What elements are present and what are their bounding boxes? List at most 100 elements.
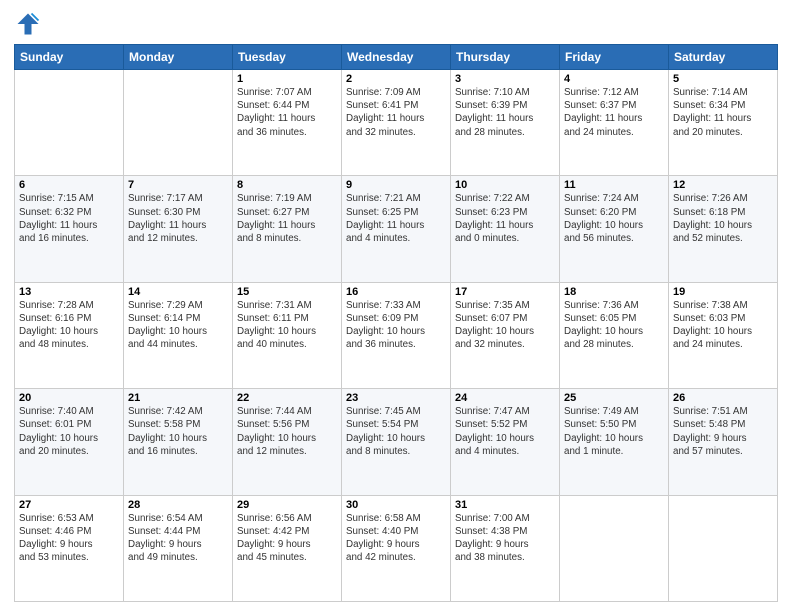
- day-detail: Sunrise: 7:28 AM Sunset: 6:16 PM Dayligh…: [19, 299, 119, 352]
- day-number: 1: [237, 73, 337, 85]
- day-detail: Sunrise: 7:40 AM Sunset: 6:01 PM Dayligh…: [19, 405, 119, 458]
- day-number: 18: [564, 286, 664, 298]
- day-number: 20: [19, 392, 119, 404]
- calendar-cell: 16Sunrise: 7:33 AM Sunset: 6:09 PM Dayli…: [342, 282, 451, 388]
- day-detail: Sunrise: 7:51 AM Sunset: 5:48 PM Dayligh…: [673, 405, 773, 458]
- day-detail: Sunrise: 7:45 AM Sunset: 5:54 PM Dayligh…: [346, 405, 446, 458]
- day-number: 14: [128, 286, 228, 298]
- day-detail: Sunrise: 7:42 AM Sunset: 5:58 PM Dayligh…: [128, 405, 228, 458]
- calendar-cell: 23Sunrise: 7:45 AM Sunset: 5:54 PM Dayli…: [342, 389, 451, 495]
- calendar-cell: 1Sunrise: 7:07 AM Sunset: 6:44 PM Daylig…: [233, 70, 342, 176]
- calendar-cell: 14Sunrise: 7:29 AM Sunset: 6:14 PM Dayli…: [124, 282, 233, 388]
- col-header-monday: Monday: [124, 45, 233, 70]
- calendar: SundayMondayTuesdayWednesdayThursdayFrid…: [14, 44, 778, 602]
- day-number: 30: [346, 499, 446, 511]
- day-number: 25: [564, 392, 664, 404]
- week-row-5: 27Sunrise: 6:53 AM Sunset: 4:46 PM Dayli…: [15, 495, 778, 601]
- day-number: 29: [237, 499, 337, 511]
- calendar-cell: 26Sunrise: 7:51 AM Sunset: 5:48 PM Dayli…: [669, 389, 778, 495]
- day-number: 5: [673, 73, 773, 85]
- day-number: 16: [346, 286, 446, 298]
- logo: [14, 10, 46, 38]
- day-detail: Sunrise: 7:17 AM Sunset: 6:30 PM Dayligh…: [128, 192, 228, 245]
- day-detail: Sunrise: 7:15 AM Sunset: 6:32 PM Dayligh…: [19, 192, 119, 245]
- day-number: 22: [237, 392, 337, 404]
- calendar-cell: 9Sunrise: 7:21 AM Sunset: 6:25 PM Daylig…: [342, 176, 451, 282]
- calendar-cell: 4Sunrise: 7:12 AM Sunset: 6:37 PM Daylig…: [560, 70, 669, 176]
- day-detail: Sunrise: 7:24 AM Sunset: 6:20 PM Dayligh…: [564, 192, 664, 245]
- day-detail: Sunrise: 6:54 AM Sunset: 4:44 PM Dayligh…: [128, 512, 228, 565]
- day-detail: Sunrise: 7:29 AM Sunset: 6:14 PM Dayligh…: [128, 299, 228, 352]
- day-number: 3: [455, 73, 555, 85]
- day-detail: Sunrise: 7:09 AM Sunset: 6:41 PM Dayligh…: [346, 86, 446, 139]
- day-detail: Sunrise: 6:58 AM Sunset: 4:40 PM Dayligh…: [346, 512, 446, 565]
- day-number: 7: [128, 179, 228, 191]
- col-header-wednesday: Wednesday: [342, 45, 451, 70]
- calendar-cell: [124, 70, 233, 176]
- day-number: 27: [19, 499, 119, 511]
- day-number: 8: [237, 179, 337, 191]
- day-detail: Sunrise: 7:49 AM Sunset: 5:50 PM Dayligh…: [564, 405, 664, 458]
- calendar-cell: 12Sunrise: 7:26 AM Sunset: 6:18 PM Dayli…: [669, 176, 778, 282]
- day-detail: Sunrise: 7:31 AM Sunset: 6:11 PM Dayligh…: [237, 299, 337, 352]
- day-number: 28: [128, 499, 228, 511]
- day-detail: Sunrise: 6:56 AM Sunset: 4:42 PM Dayligh…: [237, 512, 337, 565]
- col-header-friday: Friday: [560, 45, 669, 70]
- week-row-1: 1Sunrise: 7:07 AM Sunset: 6:44 PM Daylig…: [15, 70, 778, 176]
- day-detail: Sunrise: 7:47 AM Sunset: 5:52 PM Dayligh…: [455, 405, 555, 458]
- calendar-cell: [669, 495, 778, 601]
- day-number: 21: [128, 392, 228, 404]
- calendar-cell: 17Sunrise: 7:35 AM Sunset: 6:07 PM Dayli…: [451, 282, 560, 388]
- calendar-header-row: SundayMondayTuesdayWednesdayThursdayFrid…: [15, 45, 778, 70]
- day-detail: Sunrise: 7:35 AM Sunset: 6:07 PM Dayligh…: [455, 299, 555, 352]
- calendar-cell: 15Sunrise: 7:31 AM Sunset: 6:11 PM Dayli…: [233, 282, 342, 388]
- logo-icon: [14, 10, 42, 38]
- day-number: 15: [237, 286, 337, 298]
- calendar-cell: 27Sunrise: 6:53 AM Sunset: 4:46 PM Dayli…: [15, 495, 124, 601]
- col-header-saturday: Saturday: [669, 45, 778, 70]
- header: [14, 10, 778, 38]
- day-number: 2: [346, 73, 446, 85]
- calendar-cell: 20Sunrise: 7:40 AM Sunset: 6:01 PM Dayli…: [15, 389, 124, 495]
- day-number: 13: [19, 286, 119, 298]
- day-detail: Sunrise: 7:33 AM Sunset: 6:09 PM Dayligh…: [346, 299, 446, 352]
- calendar-cell: 5Sunrise: 7:14 AM Sunset: 6:34 PM Daylig…: [669, 70, 778, 176]
- day-detail: Sunrise: 7:07 AM Sunset: 6:44 PM Dayligh…: [237, 86, 337, 139]
- day-number: 23: [346, 392, 446, 404]
- day-detail: Sunrise: 7:44 AM Sunset: 5:56 PM Dayligh…: [237, 405, 337, 458]
- calendar-cell: 8Sunrise: 7:19 AM Sunset: 6:27 PM Daylig…: [233, 176, 342, 282]
- day-number: 24: [455, 392, 555, 404]
- day-detail: Sunrise: 7:22 AM Sunset: 6:23 PM Dayligh…: [455, 192, 555, 245]
- day-number: 9: [346, 179, 446, 191]
- calendar-cell: 2Sunrise: 7:09 AM Sunset: 6:41 PM Daylig…: [342, 70, 451, 176]
- calendar-cell: 13Sunrise: 7:28 AM Sunset: 6:16 PM Dayli…: [15, 282, 124, 388]
- day-number: 26: [673, 392, 773, 404]
- calendar-cell: 18Sunrise: 7:36 AM Sunset: 6:05 PM Dayli…: [560, 282, 669, 388]
- day-number: 19: [673, 286, 773, 298]
- day-number: 31: [455, 499, 555, 511]
- calendar-cell: 31Sunrise: 7:00 AM Sunset: 4:38 PM Dayli…: [451, 495, 560, 601]
- day-detail: Sunrise: 7:38 AM Sunset: 6:03 PM Dayligh…: [673, 299, 773, 352]
- calendar-cell: 10Sunrise: 7:22 AM Sunset: 6:23 PM Dayli…: [451, 176, 560, 282]
- col-header-thursday: Thursday: [451, 45, 560, 70]
- calendar-cell: 22Sunrise: 7:44 AM Sunset: 5:56 PM Dayli…: [233, 389, 342, 495]
- day-number: 4: [564, 73, 664, 85]
- col-header-tuesday: Tuesday: [233, 45, 342, 70]
- calendar-cell: 30Sunrise: 6:58 AM Sunset: 4:40 PM Dayli…: [342, 495, 451, 601]
- day-detail: Sunrise: 7:12 AM Sunset: 6:37 PM Dayligh…: [564, 86, 664, 139]
- week-row-2: 6Sunrise: 7:15 AM Sunset: 6:32 PM Daylig…: [15, 176, 778, 282]
- week-row-4: 20Sunrise: 7:40 AM Sunset: 6:01 PM Dayli…: [15, 389, 778, 495]
- day-detail: Sunrise: 6:53 AM Sunset: 4:46 PM Dayligh…: [19, 512, 119, 565]
- calendar-cell: [560, 495, 669, 601]
- calendar-cell: 3Sunrise: 7:10 AM Sunset: 6:39 PM Daylig…: [451, 70, 560, 176]
- calendar-cell: 24Sunrise: 7:47 AM Sunset: 5:52 PM Dayli…: [451, 389, 560, 495]
- day-number: 11: [564, 179, 664, 191]
- day-number: 6: [19, 179, 119, 191]
- day-detail: Sunrise: 7:00 AM Sunset: 4:38 PM Dayligh…: [455, 512, 555, 565]
- page: SundayMondayTuesdayWednesdayThursdayFrid…: [0, 0, 792, 612]
- week-row-3: 13Sunrise: 7:28 AM Sunset: 6:16 PM Dayli…: [15, 282, 778, 388]
- day-number: 12: [673, 179, 773, 191]
- day-detail: Sunrise: 7:26 AM Sunset: 6:18 PM Dayligh…: [673, 192, 773, 245]
- calendar-cell: 11Sunrise: 7:24 AM Sunset: 6:20 PM Dayli…: [560, 176, 669, 282]
- calendar-cell: 6Sunrise: 7:15 AM Sunset: 6:32 PM Daylig…: [15, 176, 124, 282]
